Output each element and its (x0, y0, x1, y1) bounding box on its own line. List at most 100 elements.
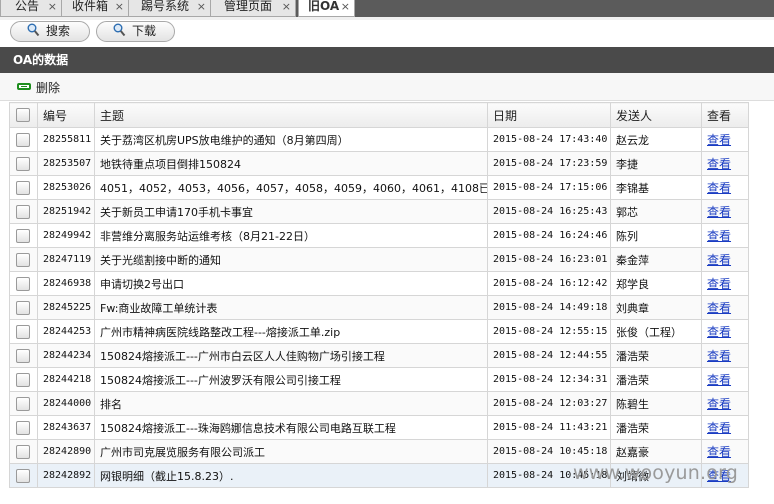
close-icon[interactable]: × (115, 0, 124, 13)
row-checkbox[interactable] (16, 372, 30, 387)
table-row: 28246938 申请切换2号出口 2015-08-24 16:12:42 郑学良 查看 (9, 271, 749, 296)
table-row: 28249942 非营维分离服务站运维考核（8月21-22日） 2015-08-24… (9, 223, 749, 248)
view-link[interactable]: 查看 (707, 421, 731, 435)
col-header-subject: 主题 (94, 102, 488, 128)
close-icon[interactable]: × (197, 0, 206, 13)
row-id: 28245225 (37, 295, 95, 320)
tab-old-oa[interactable]: 旧OA × (298, 0, 355, 17)
row-checkbox[interactable] (16, 324, 30, 339)
row-id: 28255811 (37, 127, 95, 152)
view-link[interactable]: 查看 (707, 229, 731, 243)
tab-announcement[interactable]: 公告 × (0, 0, 62, 17)
row-select-cell (9, 271, 38, 296)
row-sender: 陈碧生 (610, 391, 702, 416)
row-checkbox[interactable] (16, 132, 30, 147)
search-button-label: 搜索 (46, 24, 71, 38)
view-link[interactable]: 查看 (707, 397, 731, 411)
view-link[interactable]: 查看 (707, 205, 731, 219)
tab-inbox[interactable]: 收件箱 × (61, 0, 129, 17)
view-link[interactable]: 查看 (707, 445, 731, 459)
row-checkbox[interactable] (16, 204, 30, 219)
table-row: 28244000 排名 2015-08-24 12:03:27 陈碧生 查看 (9, 391, 749, 416)
row-subject: 地铁待重点项目倒排150824 (94, 151, 488, 176)
tab-admin-page[interactable]: 管理页面 × (210, 0, 296, 17)
table-row: 28247119 关于光缆割接中断的通知 2015-08-24 16:23:01 秦金… (9, 247, 749, 272)
row-checkbox[interactable] (16, 180, 30, 195)
row-id: 28244234 (37, 343, 95, 368)
close-icon[interactable]: × (48, 0, 57, 13)
download-button-label: 下载 (132, 24, 157, 38)
row-id: 28244000 (37, 391, 95, 416)
watermark: www.wooyun.org (573, 462, 739, 484)
table-row: 28243637 150824熔接派工---珠海鸥娜信息技术有限公司电路互联工程 2… (9, 415, 749, 440)
row-subject: 非营维分离服务站运维考核（8月21-22日） (94, 223, 488, 248)
row-id: 28244218 (37, 367, 95, 392)
row-sender: 潘浩荣 (610, 367, 702, 392)
row-select-cell (9, 415, 38, 440)
tab-underline (0, 17, 774, 20)
action-bar: 删除 (0, 73, 774, 101)
row-checkbox[interactable] (16, 468, 30, 483)
row-date: 2015-08-24 12:55:15 (487, 319, 611, 344)
row-checkbox[interactable] (16, 396, 30, 411)
view-link[interactable]: 查看 (707, 373, 731, 387)
table-row: 28244218 150824熔接派工---广州波罗沃有限公司引接工程 2015-0… (9, 367, 749, 392)
select-all-checkbox[interactable] (16, 108, 30, 123)
search-icon (113, 23, 126, 43)
row-select-cell (9, 199, 38, 224)
row-select-cell (9, 247, 38, 272)
table-header-row: 编号 主题 日期 发送人 查看 (9, 102, 749, 128)
row-sender: 陈列 (610, 223, 702, 248)
row-view-cell: 查看 (701, 247, 749, 272)
row-checkbox[interactable] (16, 228, 30, 243)
row-id: 28249942 (37, 223, 95, 248)
row-subject: Fw:商业故障工单统计表 (94, 295, 488, 320)
view-link[interactable]: 查看 (707, 325, 731, 339)
view-link[interactable]: 查看 (707, 277, 731, 291)
row-date: 2015-08-24 16:24:46 (487, 223, 611, 248)
row-date: 2015-08-24 12:03:27 (487, 391, 611, 416)
row-checkbox[interactable] (16, 276, 30, 291)
row-sender: 张俊（工程） (610, 319, 702, 344)
row-date: 2015-08-24 12:44:55 (487, 343, 611, 368)
row-checkbox[interactable] (16, 300, 30, 315)
row-checkbox[interactable] (16, 444, 30, 459)
row-checkbox[interactable] (16, 252, 30, 267)
row-select-cell (9, 367, 38, 392)
row-id: 28242890 (37, 439, 95, 464)
row-subject: 关于新员工申请170手机卡事宜 (94, 199, 488, 224)
row-select-cell (9, 151, 38, 176)
row-date: 2015-08-24 16:25:43 (487, 199, 611, 224)
view-link[interactable]: 查看 (707, 301, 731, 315)
row-checkbox[interactable] (16, 156, 30, 171)
view-link[interactable]: 查看 (707, 181, 731, 195)
table-row: 28253026 4051，4052，4053，4056，4057，4058，40… (9, 175, 749, 200)
row-view-cell: 查看 (701, 439, 749, 464)
col-header-id: 编号 (37, 102, 95, 128)
view-link[interactable]: 查看 (707, 157, 731, 171)
close-icon[interactable]: × (341, 0, 350, 13)
tab-label: 踢号系统 (141, 0, 190, 13)
row-checkbox[interactable] (16, 420, 30, 435)
row-sender: 赵嘉豪 (610, 439, 702, 464)
row-view-cell: 查看 (701, 295, 749, 320)
download-button[interactable]: 下载 (96, 21, 175, 42)
tab-label: 收件箱 (72, 0, 109, 13)
table-row: 28244253 广州市精神病医院线路整改工程---熔接派工单.zip 2015-0… (9, 319, 749, 344)
row-sender: 李捷 (610, 151, 702, 176)
search-button[interactable]: 搜索 (10, 21, 90, 42)
row-select-cell (9, 391, 38, 416)
row-id: 28251942 (37, 199, 95, 224)
view-link[interactable]: 查看 (707, 349, 731, 363)
close-icon[interactable]: × (282, 0, 291, 13)
row-id: 28253026 (37, 175, 95, 200)
tab-label: 公告 (15, 0, 40, 13)
col-header-sender: 发送人 (610, 102, 702, 128)
row-id: 28247119 (37, 247, 95, 272)
view-link[interactable]: 查看 (707, 253, 731, 267)
row-checkbox[interactable] (16, 348, 30, 363)
view-link[interactable]: 查看 (707, 133, 731, 147)
tab-kick-system[interactable]: 踢号系统 × (128, 0, 211, 17)
row-subject: 广州市司克展览服务有限公司派工 (94, 439, 488, 464)
row-view-cell: 查看 (701, 127, 749, 152)
